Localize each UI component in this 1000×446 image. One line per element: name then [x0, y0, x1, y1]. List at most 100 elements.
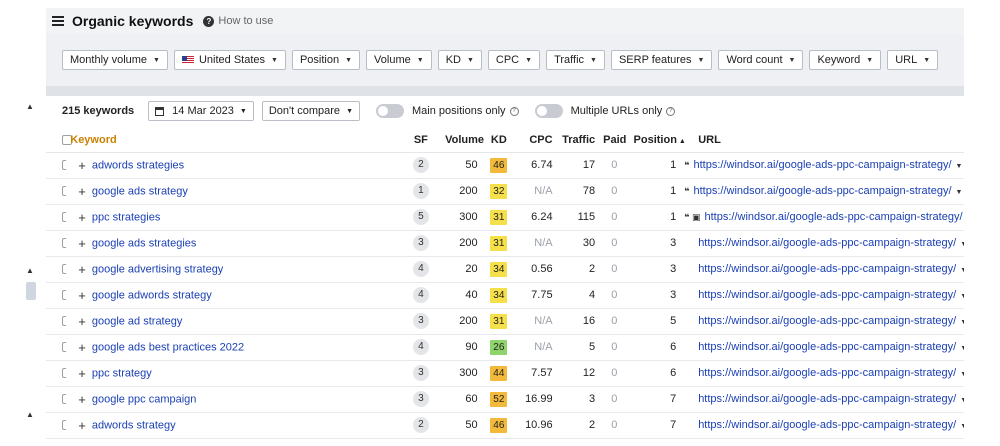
info-icon[interactable]: ? — [509, 106, 519, 116]
add-icon[interactable]: + — [78, 314, 86, 329]
sf-badge[interactable]: 3 — [412, 365, 429, 381]
keyword-link[interactable]: google ppc campaign — [92, 393, 197, 405]
row-checkbox[interactable] — [62, 316, 67, 327]
row-checkbox[interactable] — [62, 420, 67, 431]
chevron-down-icon[interactable]: ▼ — [960, 293, 964, 300]
column-url[interactable]: URL — [680, 128, 964, 153]
column-paid[interactable]: Paid — [599, 128, 630, 153]
add-icon[interactable]: + — [78, 236, 86, 251]
sf-badge[interactable]: 3 — [412, 313, 429, 329]
sf-badge[interactable]: 4 — [412, 287, 429, 303]
url-link[interactable]: https://windsor.ai/google-ads-ppc-campai… — [698, 315, 956, 327]
keyword-link[interactable]: google ad strategy — [92, 315, 183, 327]
url-link[interactable]: https://windsor.ai/google-ads-ppc-campai… — [693, 185, 951, 197]
chevron-down-icon[interactable]: ▼ — [956, 163, 963, 170]
keyword-link[interactable]: google ads best practices 2022 — [92, 341, 244, 353]
column-keyword[interactable]: Keyword — [66, 128, 401, 153]
chevron-down-icon[interactable]: ▼ — [960, 345, 964, 352]
chevron-down-icon[interactable]: ▼ — [956, 189, 963, 196]
add-icon[interactable]: + — [78, 366, 86, 381]
sf-badge[interactable]: 3 — [412, 235, 429, 251]
add-icon[interactable]: + — [78, 392, 86, 407]
chevron-down-icon[interactable]: ▼ — [960, 267, 964, 274]
row-checkbox[interactable] — [62, 394, 67, 405]
info-icon[interactable]: ? — [666, 106, 676, 116]
keyword-link[interactable]: google ads strategies — [92, 237, 197, 249]
row-checkbox[interactable] — [62, 212, 67, 223]
chevron-down-icon[interactable]: ▼ — [960, 423, 964, 430]
scroll-up-icon[interactable]: ▲ — [26, 410, 34, 419]
url-link[interactable]: https://windsor.ai/google-ads-ppc-campai… — [698, 263, 956, 275]
menu-icon[interactable] — [52, 16, 64, 26]
how-to-use-link[interactable]: How to use — [218, 15, 273, 27]
keyword-link[interactable]: google advertising strategy — [92, 263, 223, 275]
chevron-down-icon[interactable]: ▼ — [960, 319, 964, 326]
compare-dropdown[interactable]: Don't compare ▼ — [261, 101, 360, 121]
filter-kd-dropdown[interactable]: KD ▼ — [437, 50, 482, 70]
url-link[interactable]: https://windsor.ai/google-ads-ppc-campai… — [698, 393, 956, 405]
column-position[interactable]: Position ▲ — [629, 128, 686, 153]
column-volume[interactable]: Volume — [441, 128, 484, 153]
add-icon[interactable]: + — [78, 210, 86, 225]
filter-position-dropdown[interactable]: Position ▼ — [291, 50, 361, 70]
keyword-link[interactable]: ppc strategies — [92, 211, 160, 223]
filter-word-count-dropdown[interactable]: Word count ▼ — [718, 50, 804, 70]
sf-badge[interactable]: 1 — [412, 183, 429, 199]
keyword-cell: + ppc strategies — [66, 204, 401, 231]
url-link[interactable]: https://windsor.ai/google-ads-ppc-campai… — [693, 159, 951, 171]
filter-monthly-volume-dropdown[interactable]: Monthly volume ▼ — [62, 50, 168, 70]
keyword-link[interactable]: google ads strategy — [92, 185, 188, 197]
multiple-urls-toggle[interactable] — [534, 104, 563, 118]
filter-traffic-dropdown[interactable]: Traffic ▼ — [546, 50, 605, 70]
add-icon[interactable]: + — [78, 262, 86, 277]
column-cpc[interactable]: CPC — [516, 128, 557, 153]
sf-badge[interactable]: 2 — [412, 417, 429, 433]
keyword-link[interactable]: adwords strategies — [92, 159, 184, 171]
filter-keyword-dropdown[interactable]: Keyword ▼ — [809, 50, 882, 70]
column-kd[interactable]: KD — [481, 128, 517, 153]
chevron-down-icon[interactable]: ▼ — [960, 397, 964, 404]
url-link[interactable]: https://windsor.ai/google-ads-ppc-campai… — [698, 367, 956, 379]
scroll-up-icon[interactable]: ▲ — [26, 266, 34, 275]
filter-cpc-dropdown[interactable]: CPC ▼ — [487, 50, 541, 70]
sf-badge[interactable]: 4 — [412, 261, 429, 277]
chevron-down-icon[interactable]: ▼ — [960, 371, 964, 378]
url-link[interactable]: https://windsor.ai/google-ads-ppc-campai… — [698, 237, 956, 249]
add-icon[interactable]: + — [78, 184, 86, 199]
row-checkbox[interactable] — [62, 368, 67, 379]
url-link[interactable]: https://windsor.ai/google-ads-ppc-campai… — [698, 419, 956, 431]
date-picker-button[interactable]: 14 Mar 2023 ▼ — [148, 101, 254, 121]
keyword-link[interactable]: ppc strategy — [92, 367, 152, 379]
add-icon[interactable]: + — [78, 340, 86, 355]
row-checkbox[interactable] — [62, 264, 67, 275]
row-checkbox[interactable] — [62, 160, 67, 171]
filter-country-dropdown[interactable]: United States ▼ — [173, 50, 286, 70]
filter-volume-dropdown[interactable]: Volume ▼ — [366, 50, 432, 70]
add-icon[interactable]: + — [78, 158, 86, 173]
row-checkbox[interactable] — [62, 290, 67, 301]
keyword-link[interactable]: adwords strategy — [92, 419, 176, 431]
column-traffic[interactable]: Traffic — [556, 128, 600, 153]
column-sf[interactable]: SF — [400, 128, 442, 153]
add-icon[interactable]: + — [78, 288, 86, 303]
keyword-link[interactable]: google adwords strategy — [92, 289, 212, 301]
main-positions-toggle[interactable] — [376, 104, 404, 118]
url-link[interactable]: https://windsor.ai/google-ads-ppc-campai… — [704, 211, 962, 223]
row-checkbox[interactable] — [62, 186, 67, 197]
add-icon[interactable]: + — [78, 418, 86, 433]
url-link[interactable]: https://windsor.ai/google-ads-ppc-campai… — [698, 341, 956, 353]
sf-badge[interactable]: 4 — [412, 339, 429, 355]
scrollbar-thumb[interactable] — [26, 282, 36, 300]
sf-badge[interactable]: 2 — [412, 157, 429, 173]
question-icon[interactable]: ? — [203, 15, 215, 27]
chevron-down-icon[interactable]: ▼ — [960, 241, 964, 248]
filter-url-dropdown[interactable]: URL ▼ — [887, 50, 939, 70]
url-link[interactable]: https://windsor.ai/google-ads-ppc-campai… — [698, 289, 956, 301]
filter-serp-features-dropdown[interactable]: SERP features ▼ — [610, 50, 713, 70]
kd-badge: 46 — [490, 157, 508, 173]
sf-badge[interactable]: 5 — [412, 209, 429, 225]
scroll-up-icon[interactable]: ▲ — [26, 102, 34, 111]
sf-badge[interactable]: 3 — [412, 391, 429, 407]
row-checkbox[interactable] — [62, 238, 67, 249]
row-checkbox[interactable] — [62, 342, 67, 353]
